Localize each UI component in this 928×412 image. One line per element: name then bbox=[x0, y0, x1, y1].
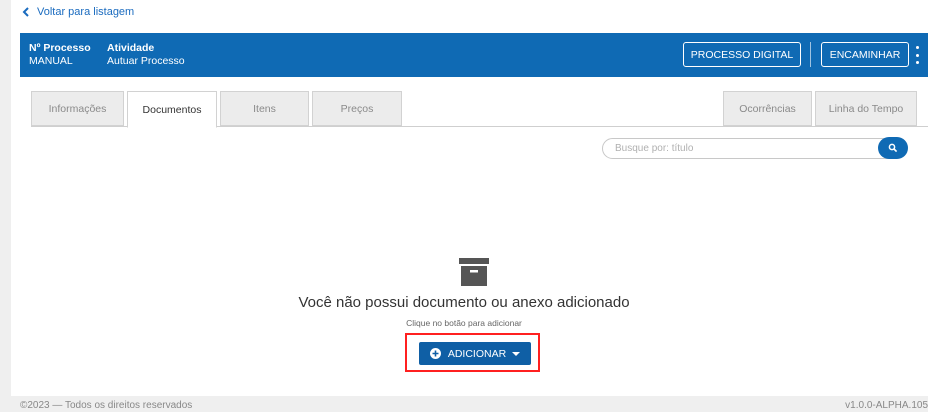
tab-ocorrencias[interactable]: Ocorrências bbox=[723, 91, 812, 126]
header-divider bbox=[810, 42, 811, 67]
footer-version: v1.0.0-ALPHA.105 bbox=[845, 400, 928, 411]
empty-state-subtitle: Clique no botão para adicionar bbox=[406, 318, 522, 328]
processo-value: MANUAL bbox=[29, 55, 73, 67]
tab-linha-do-tempo[interactable]: Linha do Tempo bbox=[815, 91, 917, 126]
footer-copyright: ©2023 — Todos os direitos reservados bbox=[20, 400, 193, 411]
back-to-list-link[interactable]: Voltar para listagem bbox=[20, 3, 134, 21]
plus-circle-icon bbox=[429, 348, 441, 359]
processo-info: Nº Processo MANUAL bbox=[29, 42, 91, 68]
atividade-label: Atividade bbox=[107, 42, 155, 54]
chevron-left-icon bbox=[20, 6, 32, 18]
tab-precos[interactable]: Preços bbox=[312, 91, 402, 126]
tab-documentos[interactable]: Documentos bbox=[127, 91, 217, 128]
empty-state-title: Você não possui documento ou anexo adici… bbox=[298, 294, 630, 311]
add-document-button[interactable]: ADICIONAR bbox=[419, 342, 531, 365]
back-link-label: Voltar para listagem bbox=[37, 6, 135, 18]
search-input[interactable] bbox=[602, 138, 890, 159]
atividade-value: Autuar Processo bbox=[107, 55, 185, 67]
encaminhar-button[interactable]: ENCAMINHAR bbox=[821, 42, 909, 67]
search-icon bbox=[888, 143, 898, 153]
atividade-info: Atividade Autuar Processo bbox=[107, 42, 185, 68]
processo-label: Nº Processo bbox=[29, 42, 91, 54]
search-button[interactable] bbox=[878, 137, 908, 159]
add-button-label: ADICIONAR bbox=[447, 347, 507, 360]
caret-down-icon bbox=[512, 351, 521, 356]
tab-itens[interactable]: Itens bbox=[220, 91, 309, 126]
more-options-icon[interactable] bbox=[913, 44, 921, 66]
tab-informacoes[interactable]: Informações bbox=[31, 91, 124, 126]
process-header-bar: Nº Processo MANUAL Atividade Autuar Proc… bbox=[20, 33, 928, 77]
processo-digital-button[interactable]: PROCESSO DIGITAL bbox=[683, 42, 801, 67]
archive-icon bbox=[459, 258, 489, 286]
